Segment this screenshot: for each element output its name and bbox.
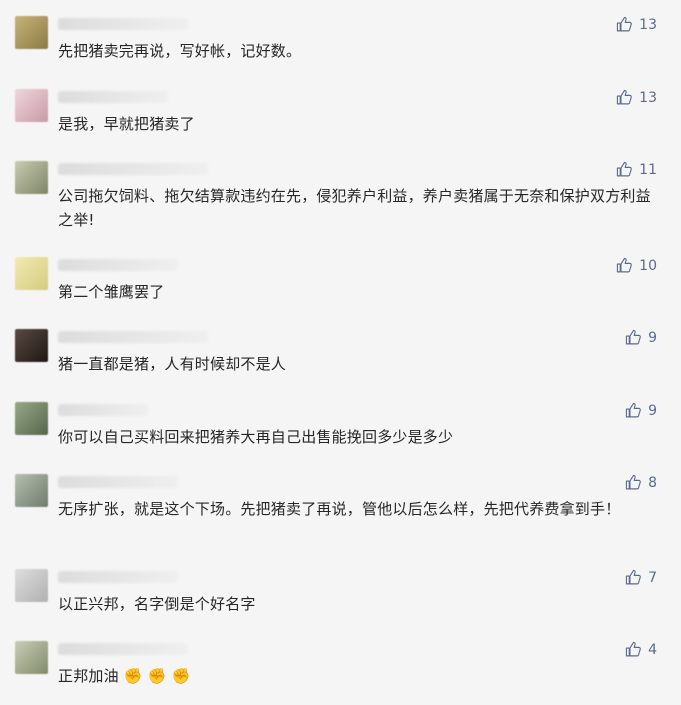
like-count: 9 bbox=[648, 329, 657, 346]
like-button[interactable]: 7 bbox=[625, 569, 657, 586]
like-button[interactable]: 13 bbox=[616, 16, 657, 33]
nickname-blurred bbox=[58, 18, 188, 30]
nickname-blurred bbox=[58, 643, 188, 655]
comment-text: 猪一直都是猪，人有时候却不是人 bbox=[58, 355, 287, 373]
comment-text: 以正兴邦，名字倒是个好名字 bbox=[58, 595, 256, 613]
thumbs-up-icon bbox=[625, 474, 641, 490]
comment-text: 你可以自己买料回来把猪养大再自己出售能挽回多少是多少 bbox=[58, 428, 454, 446]
comment-text: 先把猪卖完再说，写好帐，记好数。 bbox=[58, 42, 302, 60]
avatar[interactable] bbox=[15, 569, 48, 602]
like-count: 13 bbox=[639, 89, 657, 106]
avatar[interactable] bbox=[15, 641, 48, 674]
like-button[interactable]: 11 bbox=[616, 161, 657, 178]
avatar[interactable] bbox=[15, 329, 48, 362]
avatar[interactable] bbox=[15, 257, 48, 290]
thumbs-up-icon bbox=[617, 16, 633, 32]
comment-text: 是我，早就把猪卖了 bbox=[58, 115, 195, 133]
raised-fist-emoji-icon: ✊ ✊ ✊ bbox=[123, 667, 191, 685]
nickname-blurred bbox=[58, 91, 168, 103]
comment-text: 正邦加油 ✊ ✊ ✊ bbox=[58, 664, 658, 688]
thumbs-up-icon bbox=[625, 329, 641, 345]
avatar[interactable] bbox=[15, 16, 48, 49]
like-count: 13 bbox=[639, 16, 657, 33]
like-count: 11 bbox=[639, 161, 657, 178]
avatar[interactable] bbox=[15, 89, 48, 122]
avatar[interactable] bbox=[15, 402, 48, 435]
nickname-blurred bbox=[58, 571, 178, 583]
like-button[interactable]: 13 bbox=[616, 89, 657, 106]
nickname-blurred bbox=[58, 163, 208, 175]
nickname-blurred bbox=[58, 404, 148, 416]
thumbs-up-icon bbox=[617, 161, 633, 177]
like-button[interactable]: 9 bbox=[625, 402, 657, 419]
avatar[interactable] bbox=[15, 474, 48, 507]
comment-text: 第二个雏鹰罢了 bbox=[58, 283, 165, 301]
like-button[interactable]: 9 bbox=[625, 329, 657, 346]
like-count: 4 bbox=[648, 641, 657, 658]
thumbs-up-icon bbox=[617, 257, 633, 273]
avatar[interactable] bbox=[15, 161, 48, 194]
comment-text-body: 正邦加油 bbox=[58, 667, 119, 685]
nickname-blurred bbox=[58, 476, 178, 488]
nickname-blurred bbox=[58, 331, 208, 343]
comment-text: 公司拖欠饲料、拖欠结算款违约在先，侵犯养户利益，养户卖猪属于无奈和保护双方利益之… bbox=[58, 187, 651, 229]
like-button[interactable]: 4 bbox=[625, 641, 657, 658]
thumbs-up-icon bbox=[617, 89, 633, 105]
thumbs-up-icon bbox=[625, 641, 641, 657]
like-count: 7 bbox=[648, 569, 657, 586]
thumbs-up-icon bbox=[625, 402, 641, 418]
like-button[interactable]: 8 bbox=[625, 474, 657, 491]
comment-list: 13 先把猪卖完再说，写好帐，记好数。 13 是我，早就把猪卖了 11 公司拖欠… bbox=[0, 0, 681, 705]
like-count: 8 bbox=[648, 474, 657, 491]
thumbs-up-icon bbox=[625, 569, 641, 585]
like-count: 10 bbox=[639, 257, 657, 274]
comment-text: 无序扩张，就是这个下场。先把猪卖了再说，管他以后怎么样，先把代养费拿到手！ bbox=[58, 500, 621, 518]
nickname-blurred bbox=[58, 259, 178, 271]
like-button[interactable]: 10 bbox=[616, 257, 657, 274]
like-count: 9 bbox=[648, 402, 657, 419]
